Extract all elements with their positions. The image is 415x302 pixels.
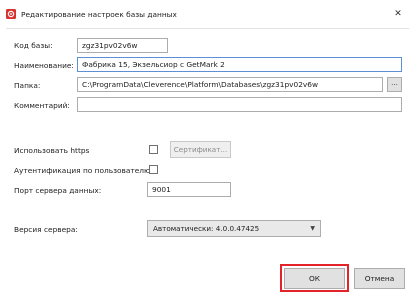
- user-auth-checkbox[interactable]: [149, 165, 158, 174]
- port-field[interactable]: 9001: [147, 182, 231, 197]
- close-button[interactable]: ✕: [388, 6, 408, 22]
- https-label: Использовать https: [14, 146, 90, 155]
- window-title: Редактирование настроек базы данных: [21, 10, 177, 19]
- db-code-label: Код базы:: [14, 41, 53, 50]
- browse-folder-button[interactable]: ...: [387, 77, 402, 92]
- cancel-button[interactable]: Отмена: [354, 268, 405, 289]
- certificate-button[interactable]: Сертификат...: [170, 141, 231, 158]
- server-version-select[interactable]: Автоматически: 4.0.0.47425 ▼: [147, 220, 321, 237]
- chevron-down-icon: ▼: [310, 225, 315, 232]
- settings-app-icon: [6, 9, 16, 19]
- name-label: Наименование:: [14, 61, 74, 70]
- port-label: Порт сервера данных:: [14, 186, 102, 195]
- folder-label: Папка:: [14, 81, 41, 90]
- https-checkbox[interactable]: [149, 145, 158, 154]
- close-icon: ✕: [394, 9, 402, 19]
- server-version-label: Версия сервера:: [14, 225, 78, 234]
- user-auth-label: Аутентификация по пользователю: [14, 166, 151, 175]
- comment-field[interactable]: [77, 97, 402, 112]
- db-code-field[interactable]: zgz31pv02v6w: [77, 38, 168, 53]
- name-field[interactable]: Фабрика 15, Экзельсиор с GetMark 2: [77, 57, 402, 72]
- comment-label: Комментарий:: [14, 101, 70, 110]
- server-version-value: Автоматически: 4.0.0.47425: [153, 224, 260, 233]
- title-bar: Редактирование настроек базы данных ✕: [0, 0, 415, 28]
- folder-field[interactable]: C:\ProgramData\Cleverence\Platform\Datab…: [77, 77, 383, 92]
- title-separator: [6, 28, 409, 29]
- ok-highlight-frame: [280, 264, 349, 292]
